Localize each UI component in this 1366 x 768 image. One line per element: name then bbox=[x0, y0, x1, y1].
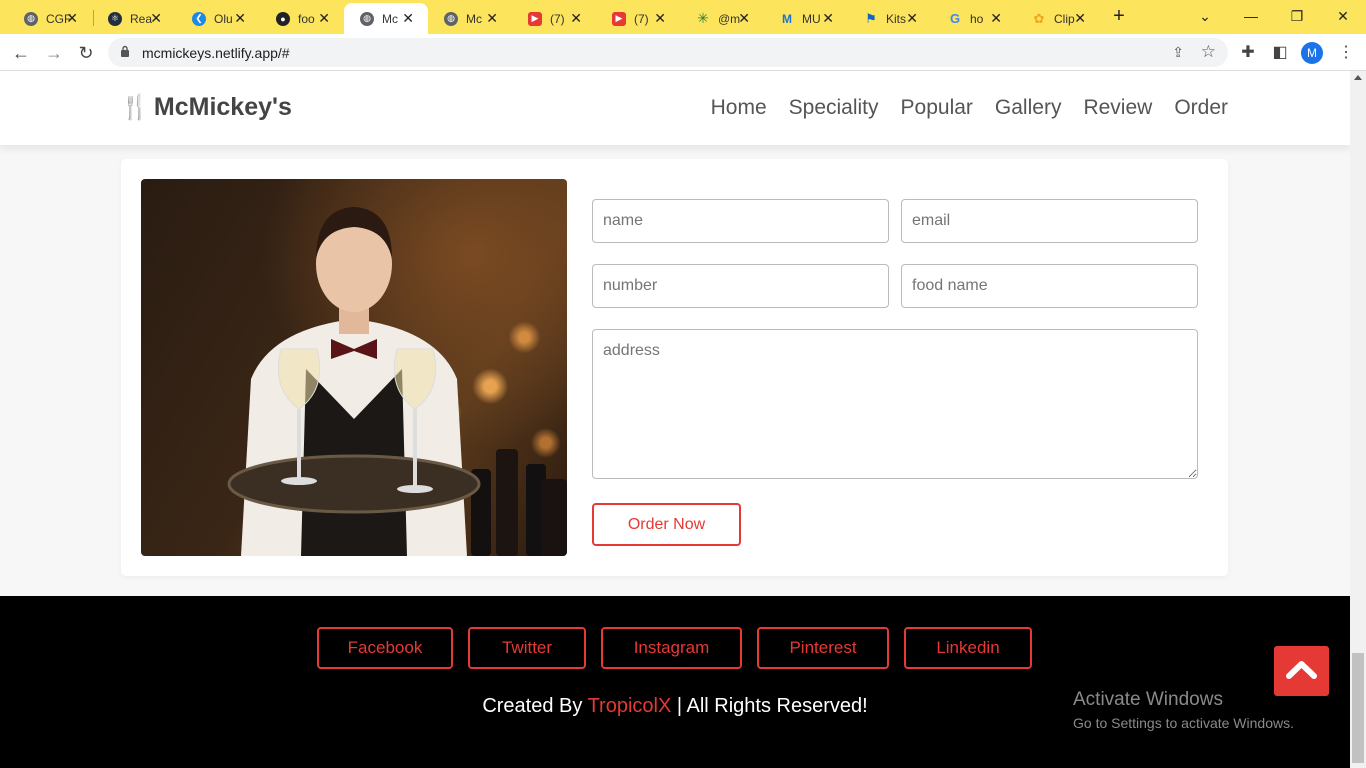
browser-tab[interactable]: ▶ (7) ✕ bbox=[596, 3, 680, 34]
browser-tab[interactable]: ✿ Clip ✕ bbox=[1016, 3, 1100, 34]
flag-icon: ⚑ bbox=[865, 10, 877, 26]
brand-name: McMickey's bbox=[153, 93, 292, 121]
mui-icon: M bbox=[782, 11, 792, 26]
waitress-photo bbox=[141, 179, 567, 556]
address-field[interactable] bbox=[592, 329, 1198, 479]
youtube-icon: ▶ bbox=[612, 11, 626, 26]
bookmark-star-icon[interactable]: ☆ bbox=[1201, 42, 1216, 62]
close-tab-icon[interactable]: ✕ bbox=[402, 10, 414, 26]
vscode-icon: ❮ bbox=[192, 11, 206, 26]
tab-search-icon[interactable]: ⌄ bbox=[1190, 4, 1220, 28]
scroll-to-top-button[interactable] bbox=[1274, 646, 1329, 696]
browser-tab-active[interactable]: ◍ Mc ✕ bbox=[344, 3, 428, 34]
browser-tab[interactable]: M MU ✕ bbox=[764, 3, 848, 34]
close-tab-icon[interactable]: ✕ bbox=[486, 10, 498, 26]
order-card: Order Now bbox=[121, 159, 1228, 576]
browser-tab[interactable]: ❮ Olu ✕ bbox=[176, 3, 260, 34]
close-tab-icon[interactable]: ✕ bbox=[822, 10, 834, 26]
browser-toolbar: ← → ↻ mcmickeys.netlify.app/# ⇪ ☆ ✚ ◧ M … bbox=[0, 34, 1366, 71]
address-bar[interactable]: mcmickeys.netlify.app/# ⇪ ☆ bbox=[108, 38, 1228, 67]
back-icon[interactable]: ← bbox=[9, 41, 33, 65]
browser-tab[interactable]: G ho ✕ bbox=[932, 3, 1016, 34]
reload-icon[interactable]: ↻ bbox=[74, 41, 98, 65]
react-icon: ⚛ bbox=[108, 11, 122, 26]
page-scrollbar[interactable] bbox=[1350, 71, 1366, 768]
close-tab-icon[interactable]: ✕ bbox=[66, 10, 78, 26]
browser-tab[interactable]: ◍ Mc ✕ bbox=[428, 3, 512, 34]
browser-tab[interactable]: ⚑ Kits ✕ bbox=[848, 3, 932, 34]
globe-icon: ◍ bbox=[444, 11, 458, 26]
facebook-link[interactable]: Facebook bbox=[317, 627, 453, 669]
site-footer: Facebook Twitter Instagram Pinterest Lin… bbox=[0, 596, 1350, 768]
nav-order[interactable]: Order bbox=[1174, 96, 1228, 120]
close-tab-icon[interactable]: ✕ bbox=[150, 10, 162, 26]
credit-prefix: Created By bbox=[482, 695, 588, 717]
chevron-up-icon bbox=[1286, 661, 1317, 679]
scroll-up-arrow-icon[interactable] bbox=[1354, 75, 1362, 80]
linkedin-link[interactable]: Linkedin bbox=[904, 627, 1032, 669]
browser-tab[interactable]: ● foo ✕ bbox=[260, 3, 344, 34]
globe-icon: ◍ bbox=[24, 11, 38, 26]
scrollbar-thumb[interactable] bbox=[1352, 653, 1364, 763]
number-field[interactable] bbox=[592, 264, 889, 308]
restore-icon[interactable]: ❐ bbox=[1282, 4, 1312, 28]
nav-popular[interactable]: Popular bbox=[901, 96, 973, 120]
globe-icon: ◍ bbox=[360, 11, 374, 26]
close-tab-icon[interactable]: ✕ bbox=[990, 10, 1002, 26]
waitress-illustration bbox=[227, 207, 567, 556]
lock-icon bbox=[121, 45, 129, 57]
close-tab-icon[interactable]: ✕ bbox=[234, 10, 246, 26]
browser-tab-strip: ◍ CGF ✕ ⚛ Rea ✕ ❮ Olu ✕ ● foo ✕ ◍ Mc ✕ ◍… bbox=[0, 0, 1366, 34]
close-window-icon[interactable]: ✕ bbox=[1328, 4, 1358, 28]
share-icon[interactable]: ⇪ bbox=[1172, 44, 1184, 61]
nav-review[interactable]: Review bbox=[1083, 96, 1152, 120]
browser-tab[interactable]: ◍ CGF ✕ bbox=[8, 3, 92, 34]
profile-avatar[interactable]: M bbox=[1301, 42, 1323, 64]
nav-speciality[interactable]: Speciality bbox=[789, 96, 879, 120]
site-header: 🍴 McMickey's Home Speciality Popular Gal… bbox=[0, 71, 1350, 145]
close-tab-icon[interactable]: ✕ bbox=[906, 10, 918, 26]
close-tab-icon[interactable]: ✕ bbox=[738, 10, 750, 26]
side-panel-icon[interactable]: ◧ bbox=[1268, 41, 1292, 65]
minimize-icon[interactable]: — bbox=[1236, 4, 1266, 28]
twitter-link[interactable]: Twitter bbox=[468, 627, 586, 669]
close-tab-icon[interactable]: ✕ bbox=[1074, 10, 1086, 26]
site-logo[interactable]: 🍴 McMickey's bbox=[120, 93, 292, 122]
pinterest-link[interactable]: Pinterest bbox=[757, 627, 889, 669]
watermark-title: Activate Windows bbox=[1073, 689, 1223, 710]
github-icon: ● bbox=[276, 11, 290, 26]
activate-windows-watermark: Activate Windows Go to Settings to activ… bbox=[1073, 689, 1294, 731]
web-page: 🍴 McMickey's Home Speciality Popular Gal… bbox=[0, 71, 1350, 768]
credit-brand[interactable]: TropicolX bbox=[588, 695, 672, 717]
utensils-icon: 🍴 bbox=[120, 94, 150, 121]
url-text: mcmickeys.netlify.app/# bbox=[142, 45, 290, 61]
credit-suffix: | All Rights Reserved! bbox=[671, 695, 868, 717]
close-tab-icon[interactable]: ✕ bbox=[654, 10, 666, 26]
main-nav: Home Speciality Popular Gallery Review O… bbox=[711, 96, 1228, 120]
name-field[interactable] bbox=[592, 199, 889, 243]
nav-gallery[interactable]: Gallery bbox=[995, 96, 1062, 120]
browser-tab[interactable]: ⚛ Rea ✕ bbox=[92, 3, 176, 34]
browser-tab[interactable]: ▶ (7) ✕ bbox=[512, 3, 596, 34]
email-field[interactable] bbox=[901, 199, 1198, 243]
youtube-icon: ▶ bbox=[528, 11, 542, 26]
browser-tab[interactable]: ✳ @m ✕ bbox=[680, 3, 764, 34]
kebab-menu-icon[interactable]: ⋮ bbox=[1334, 41, 1358, 65]
forward-icon[interactable]: → bbox=[42, 41, 66, 65]
close-tab-icon[interactable]: ✕ bbox=[570, 10, 582, 26]
nav-home[interactable]: Home bbox=[711, 96, 767, 120]
google-icon: G bbox=[949, 11, 961, 26]
close-tab-icon[interactable]: ✕ bbox=[318, 10, 330, 26]
order-now-button[interactable]: Order Now bbox=[592, 503, 741, 546]
watermark-subtitle: Go to Settings to activate Windows. bbox=[1073, 715, 1294, 731]
clipchamp-icon: ✿ bbox=[1033, 10, 1045, 26]
new-tab-icon[interactable]: + bbox=[1108, 5, 1130, 27]
asterisk-icon: ✳ bbox=[697, 10, 709, 26]
food-name-field[interactable] bbox=[901, 264, 1198, 308]
extensions-icon[interactable]: ✚ bbox=[1236, 41, 1260, 65]
instagram-link[interactable]: Instagram bbox=[601, 627, 742, 669]
